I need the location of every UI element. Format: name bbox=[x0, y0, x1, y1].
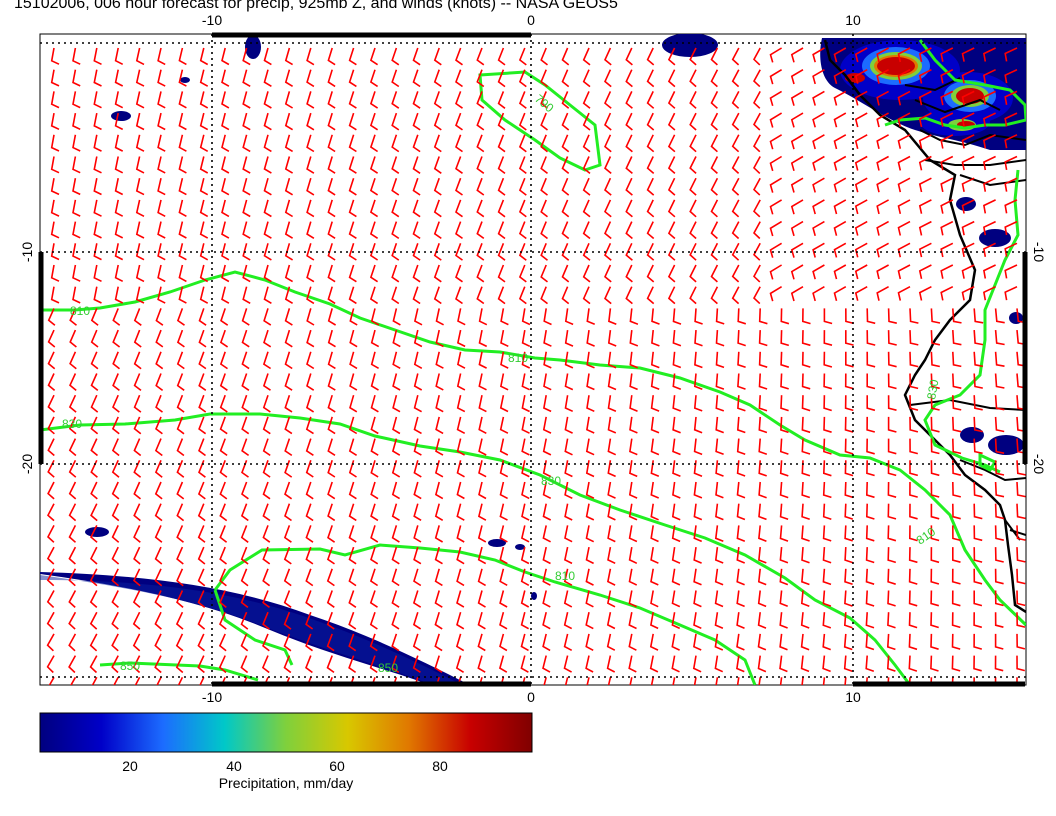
colorbar-label: Precipitation, mm/day bbox=[218, 775, 354, 791]
colorbar bbox=[39, 712, 533, 753]
lon-tick-bottom: -10 bbox=[202, 689, 222, 705]
contour-label: 850 bbox=[120, 659, 140, 673]
forecast-map: 790 810 810 830 830 810 850 850 810 830 … bbox=[19, 12, 1047, 774]
contour-label: 810 bbox=[555, 569, 575, 583]
colorbar-tick: 40 bbox=[226, 758, 242, 774]
lon-tick-top: 10 bbox=[845, 12, 861, 28]
contour-label: 810 bbox=[508, 351, 528, 365]
lat-tick-left: -10 bbox=[19, 242, 35, 262]
lat-tick-right: -10 bbox=[1031, 242, 1047, 262]
contour-label: 810 bbox=[70, 304, 90, 318]
colorbar-tick: 80 bbox=[432, 758, 448, 774]
lon-tick-bottom: 0 bbox=[527, 689, 535, 705]
contour-label: 850 bbox=[378, 661, 398, 675]
colorbar-tick: 60 bbox=[329, 758, 345, 774]
lon-tick-top: 0 bbox=[527, 12, 535, 28]
lon-tick-bottom: 10 bbox=[845, 689, 861, 705]
lat-tick-left: -20 bbox=[19, 454, 35, 474]
contour-label: 830 bbox=[62, 417, 82, 431]
colorbar-tick: 20 bbox=[122, 758, 138, 774]
contour-label: 830 bbox=[541, 474, 561, 488]
lon-tick-top: -10 bbox=[202, 12, 222, 28]
lat-tick-right: -20 bbox=[1031, 454, 1047, 474]
